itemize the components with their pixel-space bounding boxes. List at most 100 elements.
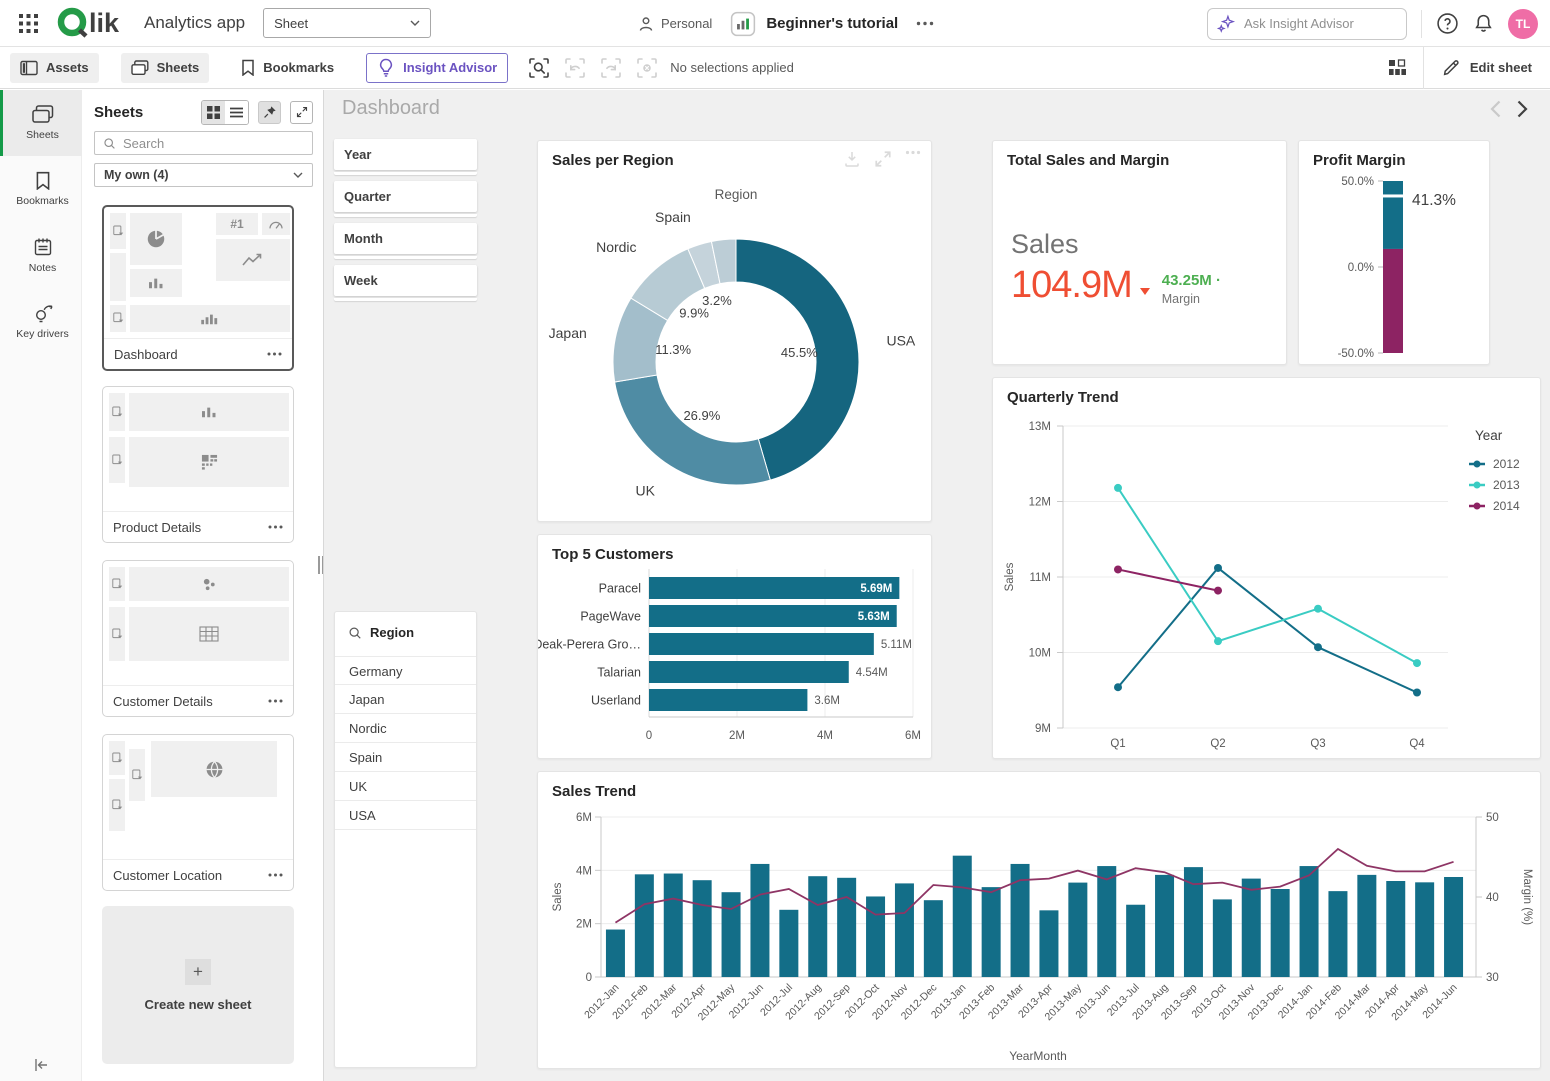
bar-2014-Apr[interactable]	[1386, 881, 1406, 977]
card-options-icon[interactable]	[268, 873, 283, 877]
bar-2013-May[interactable]	[1068, 882, 1088, 977]
fullscreen-icon[interactable]	[874, 150, 892, 168]
sheets-search[interactable]	[94, 131, 313, 155]
rail-item-bookmarks[interactable]: Bookmarks	[0, 156, 82, 222]
profit-margin-gauge[interactable]: Profit Margin 50.0% 0.0% -50.0% 41.3%	[1298, 140, 1490, 365]
app-options-icon[interactable]	[916, 21, 934, 26]
assets-button[interactable]: Assets	[10, 52, 99, 83]
clear-selections-icon[interactable]	[636, 57, 658, 79]
app-launcher-icon[interactable]	[14, 9, 42, 37]
sheets-group-dropdown[interactable]: My own (4)	[94, 163, 313, 187]
total-sales-margin-kpi[interactable]: Total Sales and Margin Sales 104.9M 43.2…	[992, 140, 1287, 365]
gauge-canvas[interactable]: 50.0% 0.0% -50.0% 41.3%	[1299, 141, 1489, 364]
bar-2012-Aug[interactable]	[808, 876, 828, 977]
sheet-card-product-details[interactable]: Product Details	[102, 386, 294, 543]
previous-sheet-icon[interactable]	[1490, 100, 1501, 118]
bar-2014-Jan[interactable]	[1299, 866, 1319, 977]
smart-search-icon[interactable]	[528, 57, 550, 79]
bar-2012-Oct[interactable]	[866, 896, 886, 977]
insight-advisor-button[interactable]: Insight Advisor	[366, 52, 509, 83]
app-name[interactable]: Beginner's tutorial	[766, 15, 898, 32]
bar-2013-Jun[interactable]	[1097, 866, 1117, 977]
bar-2012-Dec[interactable]	[923, 900, 943, 977]
bar-2013-Jul[interactable]	[1126, 904, 1146, 977]
rail-item-notes[interactable]: Notes	[0, 222, 82, 288]
bookmarks-button[interactable]: Bookmarks	[231, 53, 344, 83]
sheet-layout-icon[interactable]	[1372, 47, 1423, 89]
sales-per-region-chart[interactable]: Sales per Region Region USA 45.5% UK 26.9% Ja…	[537, 140, 932, 522]
grid-view-button[interactable]	[202, 100, 225, 124]
bar-userland[interactable]	[649, 689, 808, 711]
sheet-type-dropdown[interactable]: Sheet	[263, 8, 432, 38]
donut-slice-uk[interactable]	[614, 374, 771, 486]
filter-week[interactable]: Week	[334, 265, 477, 301]
rail-item-key-drivers[interactable]: Key drivers	[0, 288, 82, 354]
bar-2012-Apr[interactable]	[692, 880, 712, 977]
region-value-nordic[interactable]: Nordic	[335, 714, 476, 743]
bar-2014-May[interactable]	[1415, 882, 1435, 977]
sheet-card-customer-details[interactable]: Customer Details	[102, 560, 294, 717]
sheet-card-dashboard[interactable]: #1 Dashboard	[102, 205, 294, 371]
bar-2013-Aug[interactable]	[1155, 874, 1175, 977]
card-options-icon[interactable]	[267, 352, 282, 356]
trend-line-2013[interactable]	[1117, 487, 1418, 664]
undo-selection-icon[interactable]	[564, 57, 586, 79]
card-options-icon[interactable]	[268, 525, 283, 529]
region-value-spain[interactable]: Spain	[335, 743, 476, 772]
region-value-japan[interactable]: Japan	[335, 685, 476, 714]
rail-item-sheets[interactable]: Sheets	[0, 90, 82, 156]
bar-2013-Apr[interactable]	[1039, 910, 1059, 977]
personal-space-button[interactable]: Personal	[638, 16, 712, 32]
bar-2013-Jan[interactable]	[952, 855, 972, 977]
filter-quarter[interactable]: Quarter	[334, 181, 477, 217]
bar-2012-Feb[interactable]	[634, 874, 654, 977]
sheets-button[interactable]: Sheets	[120, 52, 210, 83]
bar-2012-Nov[interactable]	[894, 883, 914, 977]
pin-panel-button[interactable]	[258, 100, 281, 124]
bar-2012-Jan[interactable]	[605, 929, 625, 977]
sheets-search-input[interactable]	[123, 135, 283, 151]
filter-year[interactable]: Year	[334, 139, 477, 175]
more-options-icon[interactable]	[905, 150, 921, 155]
qlik-logo[interactable]: lik	[56, 6, 132, 40]
bar-2014-Feb[interactable]	[1328, 891, 1348, 977]
combo-chart-canvas[interactable]: 0 2M 4M 6M 30 40 50 2012-Jan 2012-Feb 2012-Mar 201…	[538, 772, 1540, 1068]
legend-item-2013[interactable]: 2013	[1469, 478, 1520, 492]
search-icon[interactable]	[348, 626, 362, 640]
donut-chart-canvas[interactable]: Region USA 45.5% UK 26.9% Japan 11.3% Nordic 9.9…	[538, 141, 931, 521]
bar-2013-Dec[interactable]	[1270, 889, 1290, 977]
bar-2013-Feb[interactable]	[981, 887, 1001, 977]
region-value-germany[interactable]: Germany	[335, 656, 476, 685]
bar-talarian[interactable]	[649, 661, 849, 683]
line-chart-canvas[interactable]: 9M 10M 11M 12M 13M Q1 Q2 Q3 Q4 Sales Year 2012 2013 2…	[993, 378, 1540, 758]
help-icon[interactable]	[1436, 12, 1459, 35]
trend-line-2014[interactable]	[1117, 568, 1219, 592]
margin-trend-line[interactable]	[614, 847, 1454, 924]
edit-sheet-button[interactable]: Edit sheet	[1424, 47, 1550, 89]
sales-trend-chart[interactable]: Sales Trend 0 2M 4M 6M 30 40 50 2012-Jan 2012-Fe…	[537, 771, 1541, 1069]
legend-item-2012[interactable]: 2012	[1469, 457, 1520, 471]
user-avatar[interactable]: TL	[1508, 8, 1538, 39]
next-sheet-icon[interactable]	[1517, 100, 1528, 118]
bar-2013-Nov[interactable]	[1241, 878, 1261, 977]
insight-advisor-input[interactable]	[1244, 16, 1394, 31]
bar-deak-perera gro…[interactable]	[649, 633, 874, 655]
create-new-sheet-button[interactable]: + Create new sheet	[102, 906, 294, 1064]
sheet-card-customer-location[interactable]: Customer Location	[102, 734, 294, 891]
notifications-bell-icon[interactable]	[1473, 13, 1494, 34]
trend-line-2012[interactable]	[1117, 566, 1418, 694]
bar-2012-Jul[interactable]	[779, 909, 799, 977]
expand-panel-button[interactable]	[290, 100, 313, 124]
filter-month[interactable]: Month	[334, 223, 477, 259]
download-icon[interactable]	[843, 150, 861, 168]
bar-chart-canvas[interactable]: 0 2M 4M 6M Paracel 5.69M PageWave 5.63M Deak-Per…	[538, 535, 931, 758]
top-5-customers-chart[interactable]: Top 5 Customers 0 2M 4M 6M Paracel 5.69M PageW…	[537, 534, 932, 759]
insight-advisor-search[interactable]	[1207, 7, 1407, 40]
collapse-rail-icon[interactable]	[0, 1057, 82, 1073]
bar-2014-Mar[interactable]	[1357, 874, 1377, 977]
bar-2012-Sep[interactable]	[837, 877, 857, 977]
legend-item-2014[interactable]: 2014	[1469, 499, 1520, 513]
quarterly-trend-chart[interactable]: Quarterly Trend 9M 10M 11M 12M 13M Q1 Q2 Q3 Q4 Sa…	[992, 377, 1541, 759]
redo-selection-icon[interactable]	[600, 57, 622, 79]
bar-2012-Jun[interactable]	[750, 863, 770, 977]
